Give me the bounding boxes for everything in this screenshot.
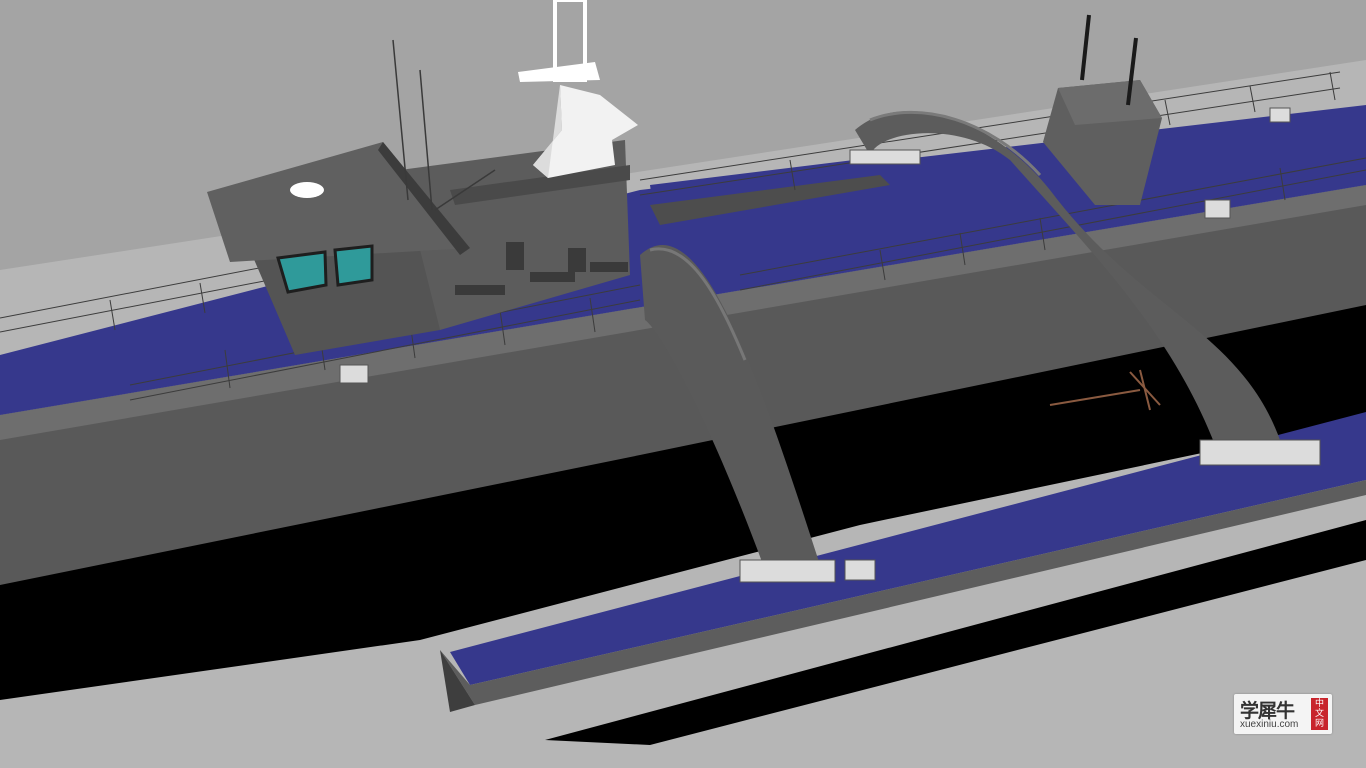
radome-dish <box>290 182 324 198</box>
ship-render <box>0 0 1366 768</box>
watermark-domain: xuexiniu.com <box>1240 719 1299 730</box>
watermark-badge: 学犀牛 xuexiniu.com 中文网 <box>1234 694 1332 734</box>
watermark-seal: 中文网 <box>1311 698 1328 730</box>
ship-render-scene <box>0 0 1366 768</box>
bridge-window-left <box>276 250 328 294</box>
bridge-window-right <box>333 244 374 287</box>
